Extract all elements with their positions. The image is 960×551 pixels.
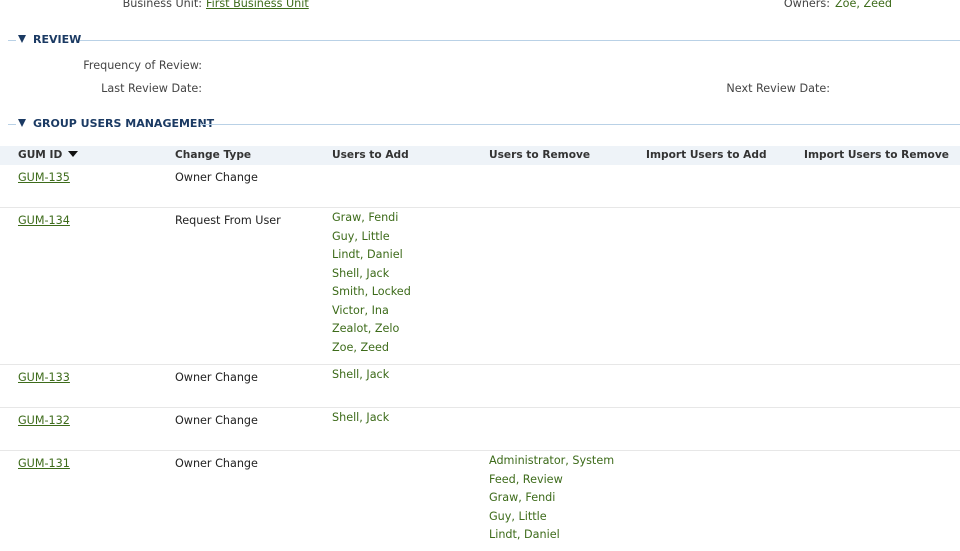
- user-to-add: Guy, Little: [332, 229, 390, 243]
- column-header-users-to-remove[interactable]: Users to Remove: [489, 149, 590, 161]
- change-type: Owner Change: [175, 371, 258, 384]
- business-unit-link[interactable]: First Business Unit: [206, 0, 309, 10]
- change-type: Owner Change: [175, 171, 258, 184]
- user-to-remove: Graw, Fendi: [489, 491, 556, 504]
- gum-id-link[interactable]: GUM-135: [18, 171, 70, 184]
- collapse-triangle-icon[interactable]: [18, 35, 26, 43]
- gum-id-link[interactable]: GUM-133: [18, 371, 70, 384]
- group-users-management-title: GROUP USERS MANAGEMENT: [33, 117, 215, 130]
- table-row: GUM-135 Owner Change: [0, 165, 960, 208]
- user-to-remove: Administrator, System: [489, 454, 615, 467]
- column-header-gum-id[interactable]: GUM ID: [18, 149, 79, 161]
- review-section-title: REVIEW: [33, 33, 82, 46]
- section-divider: [80, 40, 960, 41]
- user-to-add: Victor, Ina: [332, 303, 389, 317]
- owners-value: Zoe, Zeed: [835, 0, 893, 10]
- review-section-header[interactable]: REVIEW: [0, 33, 960, 48]
- user-to-remove: Guy, Little: [489, 509, 547, 523]
- table-header: GUM ID Change Type Users to Add Users to…: [0, 146, 960, 165]
- business-unit-label: Business Unit:: [122, 0, 202, 10]
- users-to-add-list: Shell, Jack: [332, 366, 389, 385]
- column-header-change-type[interactable]: Change Type: [175, 149, 251, 161]
- sort-descending-icon[interactable]: [68, 151, 79, 157]
- gum-id-link[interactable]: GUM-131: [18, 457, 70, 470]
- users-to-add-list: Graw, Fendi Guy, Little Lindt, Daniel Sh…: [332, 209, 411, 357]
- gum-id-link[interactable]: GUM-132: [18, 414, 70, 427]
- user-to-add: Graw, Fendi: [332, 211, 399, 224]
- last-review-date-label: Last Review Date:: [101, 82, 202, 95]
- table-row: GUM-132 Owner Change Shell, Jack: [0, 408, 960, 451]
- section-divider: [8, 40, 16, 41]
- user-to-add: Shell, Jack: [332, 266, 390, 280]
- user-to-add: Zealot, Zelo: [332, 322, 400, 335]
- user-to-add: Shell, Jack: [332, 368, 390, 381]
- table-row: GUM-134 Request From User Graw, Fendi Gu…: [0, 208, 960, 365]
- user-to-add: Zoe, Zeed: [332, 340, 390, 354]
- frequency-of-review-label: Frequency of Review:: [83, 59, 202, 72]
- table-row: GUM-133 Owner Change Shell, Jack: [0, 365, 960, 408]
- user-to-add: Lindt, Daniel: [332, 248, 403, 261]
- user-to-add: Smith, Locked: [332, 285, 411, 298]
- change-type: Request From User: [175, 214, 281, 227]
- column-header-users-to-add[interactable]: Users to Add: [332, 149, 409, 161]
- user-to-remove: Lindt, Daniel: [489, 528, 560, 541]
- group-users-management-header[interactable]: GROUP USERS MANAGEMENT: [0, 117, 960, 132]
- gum-id-link[interactable]: GUM-134: [18, 214, 70, 227]
- section-divider: [200, 124, 960, 125]
- top-info-row: Business Unit: First Business Unit Owner…: [0, 0, 960, 13]
- users-to-remove-list: Administrator, System Feed, Review Graw,…: [489, 452, 614, 545]
- column-header-import-users-to-add[interactable]: Import Users to Add: [646, 149, 767, 161]
- user-to-add: Shell, Jack: [332, 411, 390, 424]
- column-header-import-users-to-remove[interactable]: Import Users to Remove: [804, 149, 949, 161]
- users-to-add-list: Shell, Jack: [332, 409, 389, 428]
- column-header-label: GUM ID: [18, 149, 63, 161]
- section-divider: [8, 124, 16, 125]
- table-row: GUM-131 Owner Change Administrator, Syst…: [0, 451, 960, 551]
- collapse-triangle-icon[interactable]: [18, 119, 26, 127]
- owners-label: Owners:: [783, 0, 830, 10]
- change-type: Owner Change: [175, 414, 258, 427]
- change-type: Owner Change: [175, 457, 258, 470]
- next-review-date-label: Next Review Date:: [726, 82, 830, 95]
- user-to-remove: Feed, Review: [489, 472, 563, 486]
